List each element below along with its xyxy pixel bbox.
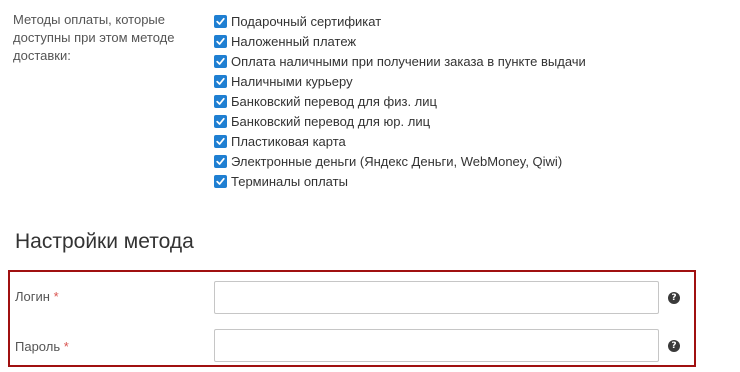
- login-label-text: Логин: [15, 289, 50, 304]
- payment-method-item[interactable]: Подарочный сертификат: [214, 11, 586, 31]
- delivery-method-settings: Методы оплаты, которые доступны при этом…: [0, 0, 740, 372]
- check-icon: [216, 117, 225, 125]
- method-settings-title: Настройки метода: [15, 230, 194, 253]
- payment-method-label: Наличными курьеру: [231, 73, 353, 89]
- checkbox-checked[interactable]: [214, 34, 227, 48]
- check-icon: [216, 97, 225, 105]
- check-icon: [216, 57, 225, 65]
- check-icon: [216, 77, 225, 85]
- payment-method-label: Оплата наличными при получении заказа в …: [231, 53, 586, 69]
- payment-methods-label: Методы оплаты, которые доступны при этом…: [13, 12, 175, 63]
- payment-method-item[interactable]: Оплата наличными при получении заказа в …: [214, 51, 586, 71]
- payment-method-item[interactable]: Пластиковая карта: [214, 131, 586, 151]
- payment-method-item[interactable]: Банковский перевод для юр. лиц: [214, 111, 586, 131]
- payment-method-label: Подарочный сертификат: [231, 13, 382, 29]
- payment-method-label: Электронные деньги (Яндекс Деньги, WebMo…: [231, 153, 563, 169]
- login-input[interactable]: [214, 281, 659, 314]
- payment-method-item[interactable]: Терминалы оплаты: [214, 171, 586, 191]
- required-marker: *: [53, 289, 59, 304]
- payment-method-label: Наложенный платеж: [231, 33, 357, 49]
- checkbox-checked[interactable]: [214, 174, 227, 188]
- login-label: Логин *: [15, 289, 59, 305]
- payment-method-item[interactable]: Наличными курьеру: [214, 71, 586, 91]
- check-icon: [216, 177, 225, 185]
- check-icon: [216, 157, 225, 165]
- payment-method-label: Банковский перевод для юр. лиц: [231, 113, 431, 129]
- checkbox-checked[interactable]: [214, 14, 227, 28]
- help-icon[interactable]: ?: [668, 340, 680, 352]
- payment-method-item[interactable]: Банковский перевод для физ. лиц: [214, 91, 586, 111]
- checkbox-checked[interactable]: [214, 54, 227, 68]
- checkbox-checked[interactable]: [214, 114, 227, 128]
- password-input[interactable]: [214, 329, 659, 362]
- required-marker: *: [63, 339, 69, 354]
- payment-method-label: Банковский перевод для физ. лиц: [231, 93, 437, 109]
- password-label: Пароль *: [15, 339, 69, 355]
- payment-method-item[interactable]: Наложенный платеж: [214, 31, 586, 51]
- password-label-text: Пароль: [15, 339, 61, 354]
- checkbox-checked[interactable]: [214, 74, 227, 88]
- checkbox-checked[interactable]: [214, 134, 227, 148]
- payment-method-item[interactable]: Электронные деньги (Яндекс Деньги, WebMo…: [214, 151, 586, 171]
- check-icon: [216, 137, 225, 145]
- checkbox-checked[interactable]: [214, 154, 227, 168]
- check-icon: [216, 17, 225, 25]
- check-icon: [216, 37, 225, 45]
- payment-method-label: Пластиковая карта: [231, 133, 346, 149]
- checkbox-checked[interactable]: [214, 94, 227, 108]
- help-icon[interactable]: ?: [668, 292, 680, 304]
- payment-method-label: Терминалы оплаты: [231, 173, 348, 189]
- payment-methods-list: Подарочный сертификат Наложенный платеж …: [214, 11, 586, 191]
